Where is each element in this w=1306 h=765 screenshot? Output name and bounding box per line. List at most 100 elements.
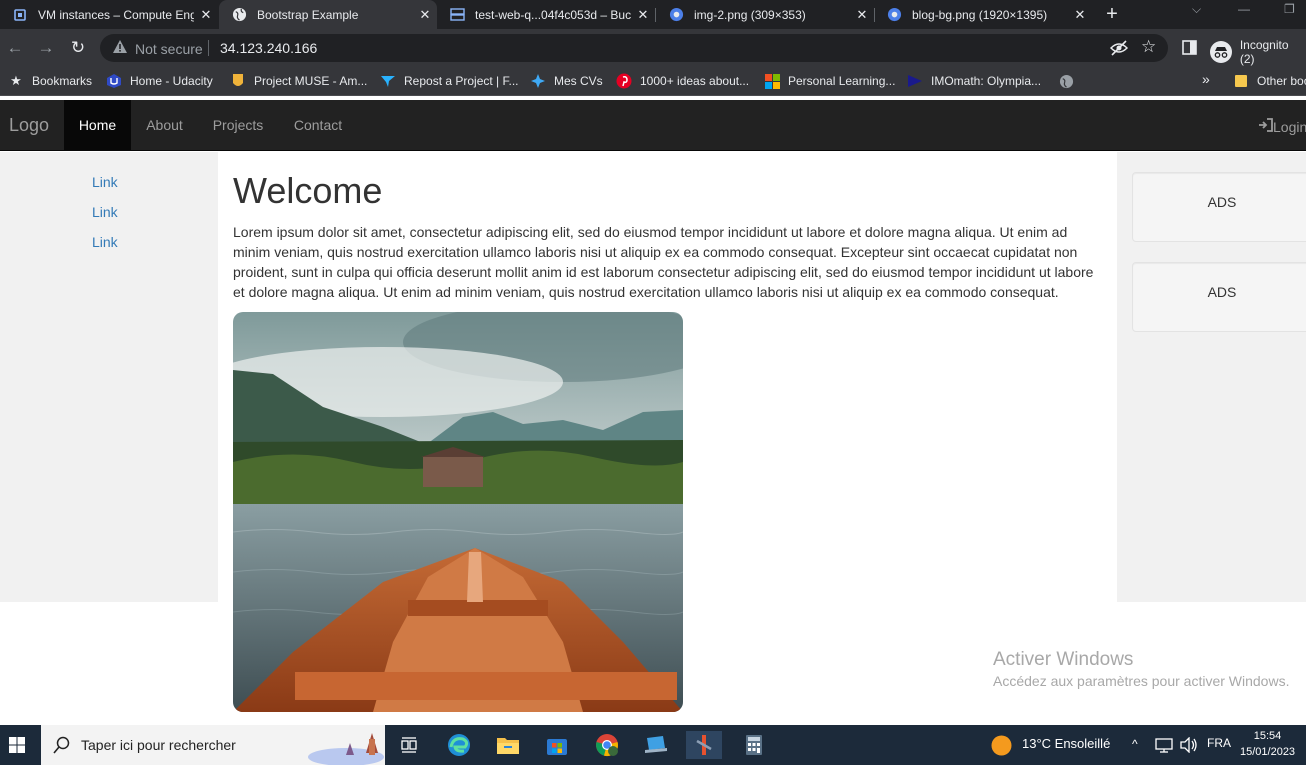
eye-off-icon[interactable] (1109, 39, 1129, 62)
sidebar-link[interactable]: Link (92, 234, 118, 250)
brand-logo[interactable]: Logo (9, 115, 49, 136)
show-hidden-icons-icon[interactable]: ^ (1132, 737, 1138, 751)
weather-label[interactable]: 13°C Ensoleillé (1022, 736, 1110, 751)
sidebar-link[interactable]: Link (92, 204, 118, 220)
login-label: Login (1273, 118, 1306, 135)
nav-contact[interactable]: Contact (278, 100, 358, 151)
bookmark-label: Mes CVs (554, 74, 603, 88)
restore-icon[interactable]: ❐ (1284, 2, 1295, 16)
network-icon[interactable] (1155, 737, 1173, 758)
bookmark-udacity[interactable]: Home - Udacity (106, 73, 213, 89)
calculator-icon[interactable] (740, 731, 768, 759)
taskbar-clock[interactable]: 15:54 15/01/2023 (1240, 728, 1295, 760)
nav-home[interactable]: Home (64, 100, 131, 151)
tab-img-2[interactable]: img-2.png (309×353) ✕ (656, 0, 874, 29)
tab-title: Bootstrap Example (257, 7, 359, 22)
folder-icon (1233, 73, 1249, 89)
image-file-icon (886, 7, 902, 23)
laptop-app-icon[interactable] (642, 731, 670, 759)
bookmark-globe[interactable] (1058, 73, 1082, 89)
warning-icon[interactable] (112, 39, 128, 59)
browser-tab-strip: VM instances – Compute Engine ✕ Bootstra… (0, 0, 1306, 29)
microsoft-icon (764, 73, 780, 89)
bookmark-label: IMOmath: Olympia... (931, 74, 1042, 88)
bookmark-project-muse[interactable]: Project MUSE - Am... (230, 73, 367, 89)
close-tab-icon[interactable]: ✕ (413, 7, 437, 23)
other-bookmarks-folder[interactable]: Other bookmarks (1233, 73, 1306, 89)
tab-title: img-2.png (309×353) (694, 7, 806, 22)
star-icon: ★ (10, 73, 22, 88)
edge-browser-icon[interactable] (445, 731, 473, 759)
incognito-indicator[interactable]: Incognito (2) (1210, 38, 1306, 66)
file-explorer-icon[interactable] (494, 731, 522, 759)
bookmark-label: 1000+ ideas about... (640, 74, 750, 88)
address-bar[interactable]: Not secure 34.123.240.166 ☆ (100, 34, 1168, 62)
bookmark-label: Bookmarks (32, 74, 93, 88)
url-text[interactable]: 34.123.240.166 (220, 40, 317, 56)
right-sidebar: ADS ADS (1117, 152, 1306, 602)
chrome-icon[interactable] (593, 731, 621, 759)
star-icon[interactable]: ☆ (1141, 37, 1156, 57)
close-tab-icon[interactable]: ✕ (850, 7, 874, 23)
windows-activation-title: Activer Windows (993, 649, 1134, 670)
close-tab-icon[interactable]: ✕ (631, 7, 655, 23)
nav-about[interactable]: About (131, 100, 198, 151)
minimize-icon[interactable]: — (1238, 2, 1250, 16)
bookmarks-overflow-button[interactable]: » (1202, 71, 1210, 87)
bookmark-label: Home - Udacity (130, 74, 213, 88)
search-highlight-illustration (306, 725, 385, 765)
close-tab-icon[interactable]: ✕ (194, 7, 218, 23)
page-title: Welcome (233, 170, 383, 211)
ad-box: ADS (1132, 262, 1306, 332)
other-bookmarks-label: Other bookmarks (1257, 74, 1306, 88)
site-navbar: Logo Home About Projects Contact Login (0, 100, 1306, 151)
bookmark-mes-cvs[interactable]: Mes CVs (530, 73, 603, 89)
bookmark-personal-learning[interactable]: Personal Learning... (764, 73, 895, 89)
language-indicator[interactable]: FRA (1207, 736, 1231, 750)
bookmark-pinterest[interactable]: 1000+ ideas about... (616, 73, 749, 89)
forward-icon[interactable]: → (36, 38, 56, 58)
tab-blog-bg[interactable]: blog-bg.png (1920×1395) ✕ (874, 0, 1092, 29)
globe-icon (1058, 73, 1074, 89)
intro-paragraph: Lorem ipsum dolor sit amet, consectetur … (233, 224, 1094, 300)
imomath-icon (907, 73, 923, 89)
incognito-icon (1210, 41, 1232, 63)
bookmark-repost-project[interactable]: Repost a Project | F... (380, 73, 519, 89)
bookmarks-bar: ★ Bookmarks Home - Udacity Project MUSE … (0, 67, 1306, 96)
task-view-icon[interactable] (395, 731, 423, 759)
windows-start-icon[interactable] (3, 731, 31, 759)
tab-bucket[interactable]: test-web-q...04f4c053d – Bucket ✕ (437, 0, 655, 29)
nav-projects[interactable]: Projects (198, 100, 278, 151)
tab-vm-instances[interactable]: VM instances – Compute Engine ✕ (0, 0, 218, 29)
close-tab-icon[interactable]: ✕ (1068, 7, 1092, 23)
bookmark-label: Personal Learning... (788, 74, 896, 88)
weather-sun-icon[interactable] (991, 735, 1012, 761)
storage-bucket-icon (449, 7, 465, 23)
tab-search-icon[interactable]: ⌵ (1192, 2, 1201, 17)
lake-boat-photo (233, 312, 683, 712)
bookmark-label: Repost a Project | F... (404, 74, 519, 88)
new-tab-button[interactable]: + (1100, 3, 1124, 25)
login-link[interactable]: Login (1258, 118, 1306, 135)
volume-icon[interactable] (1180, 736, 1198, 758)
side-panel-icon[interactable] (1182, 40, 1197, 60)
search-placeholder: Taper ici pour rechercher (81, 737, 236, 753)
sidebar-link[interactable]: Link (92, 174, 118, 190)
taskbar-search-box[interactable]: Taper ici pour rechercher (41, 725, 385, 765)
tab-title: test-web-q...04f4c053d – Bucket (475, 7, 631, 22)
security-label[interactable]: Not secure (135, 41, 203, 57)
windows-activation-subtitle: Accédez aux paramètres pour activer Wind… (993, 673, 1290, 689)
bookmark-label: Project MUSE - Am... (254, 74, 368, 88)
browser-toolbar: ← → ↻ Not secure 34.123.240.166 ☆ Incogn… (0, 29, 1306, 67)
divider (208, 40, 209, 56)
cv-icon (530, 73, 546, 89)
active-app-icon[interactable] (686, 731, 722, 759)
back-icon[interactable]: ← (5, 38, 25, 58)
tab-bootstrap-example[interactable]: Bootstrap Example ✕ (219, 0, 437, 29)
login-icon (1258, 118, 1273, 135)
bookmark-imomath[interactable]: IMOmath: Olympia... (907, 73, 1041, 89)
bookmark-bookmarks[interactable]: ★ Bookmarks (8, 73, 92, 89)
image-file-icon (668, 7, 684, 23)
microsoft-store-icon[interactable] (543, 731, 571, 759)
reload-icon[interactable]: ↻ (68, 38, 88, 58)
